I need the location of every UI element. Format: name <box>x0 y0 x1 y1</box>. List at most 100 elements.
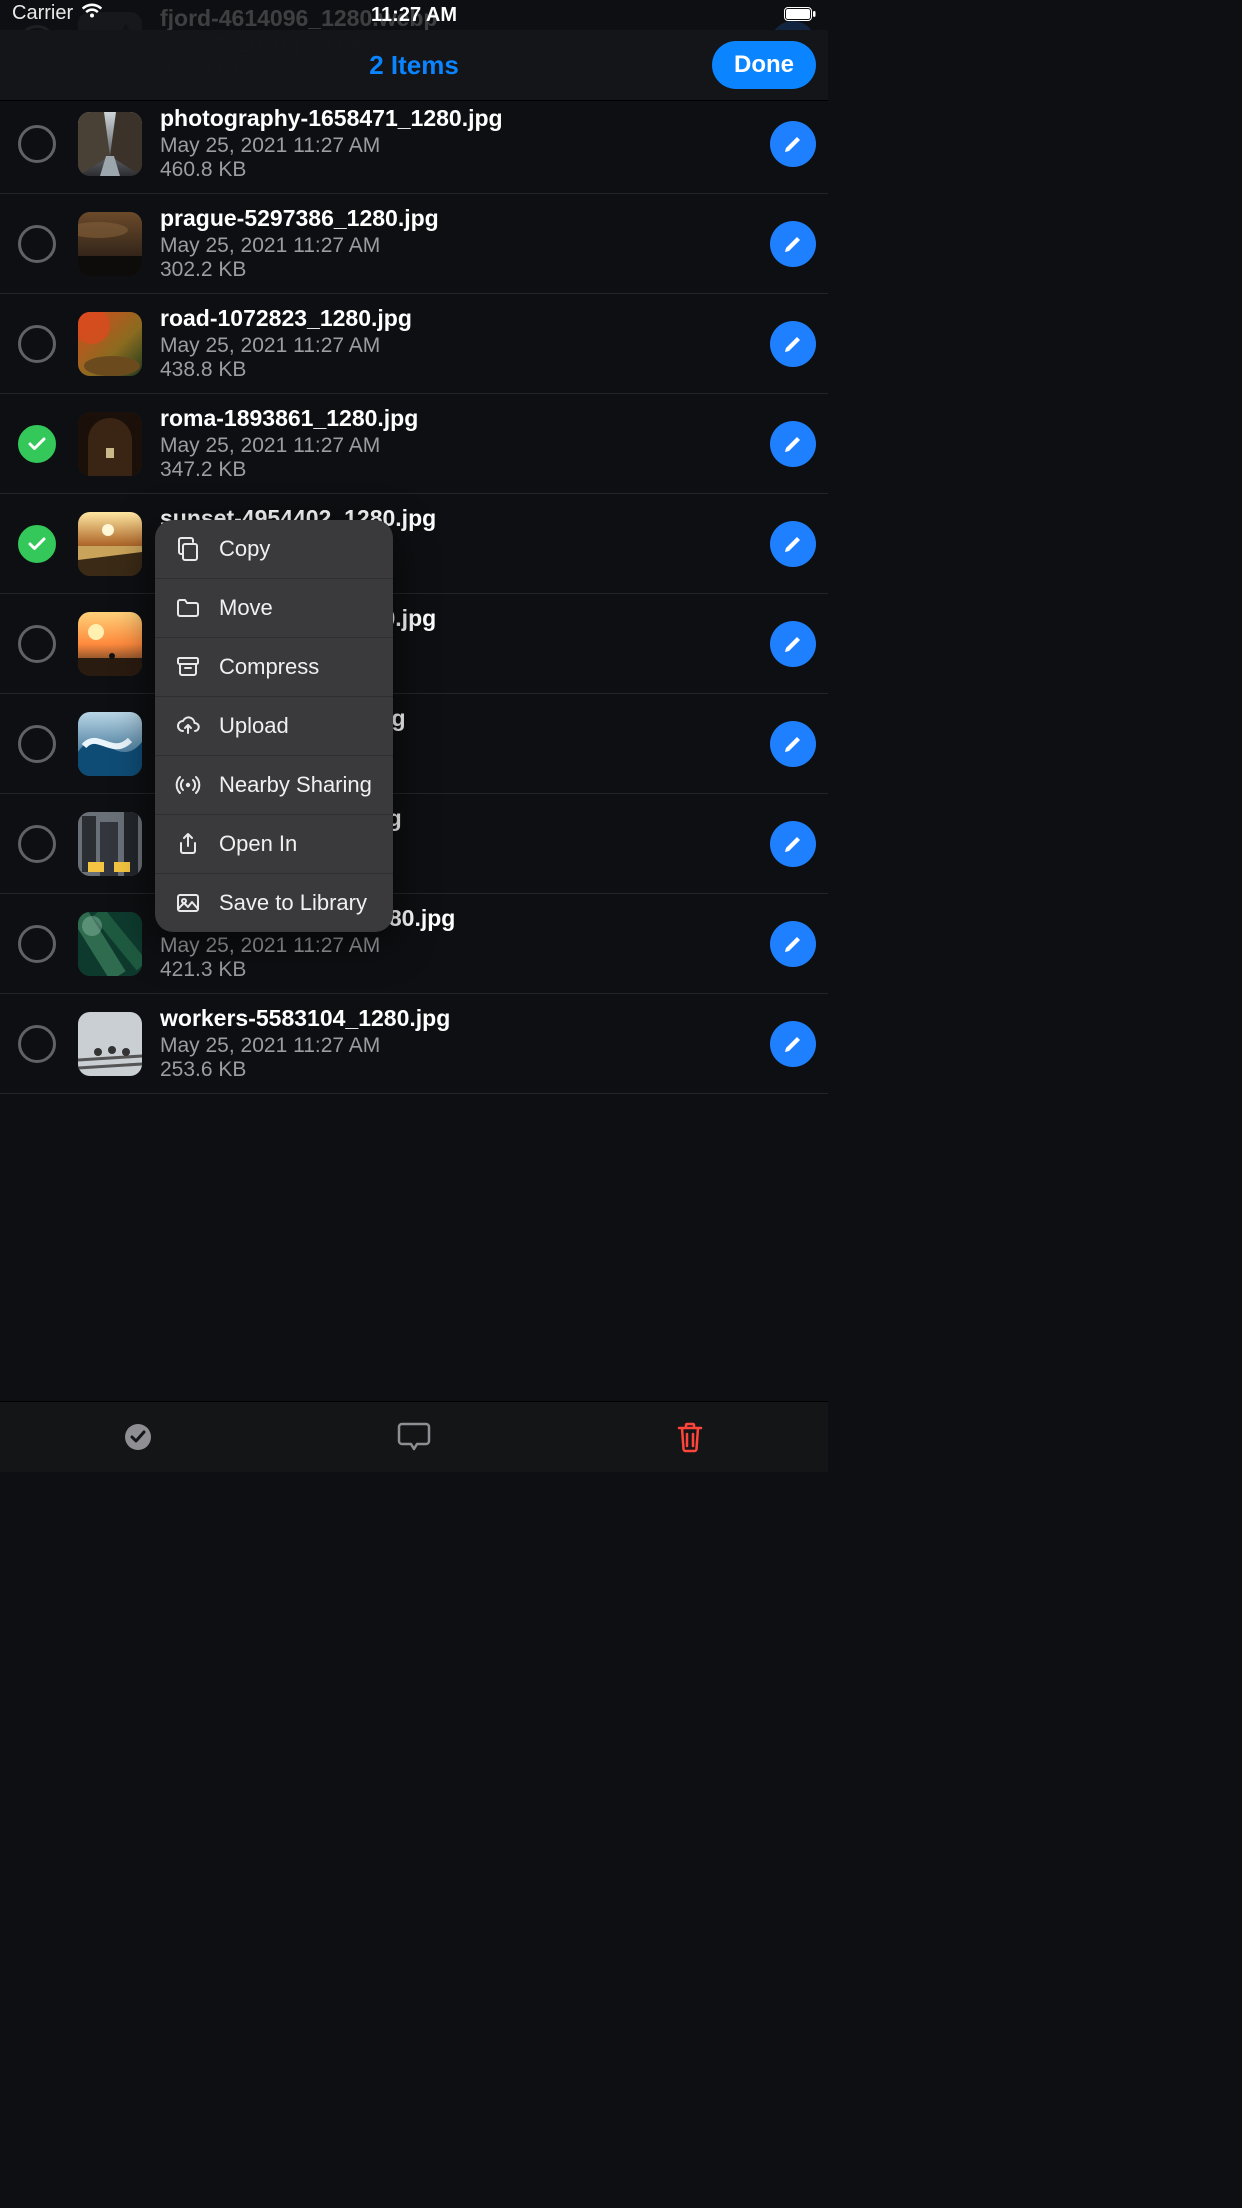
menu-item-label: Save to Library <box>219 890 367 916</box>
edit-button[interactable] <box>770 921 816 967</box>
menu-item-broadcast[interactable]: Nearby Sharing <box>155 756 393 815</box>
battery-icon <box>784 4 816 27</box>
edit-button[interactable] <box>770 221 816 267</box>
edit-button[interactable] <box>770 1021 816 1067</box>
file-meta: roma-1893861_1280.jpgMay 25, 2021 11:27 … <box>160 405 760 482</box>
file-row[interactable]: workers-5583104_1280.jpgMay 25, 2021 11:… <box>0 994 828 1094</box>
screen: fjord-4614096_1280.webpNov 27, 2020 1:22… <box>0 0 828 1472</box>
edit-button[interactable] <box>770 421 816 467</box>
pencil-icon <box>782 233 804 255</box>
file-list-scroll[interactable]: fjord-4614096_1280.webpNov 27, 2020 1:22… <box>0 0 828 1402</box>
file-thumbnail <box>78 412 142 476</box>
file-row[interactable]: sunset-4954402_1280.jpgMay 25, 2021 11:2… <box>0 494 828 594</box>
file-meta: photography-1658471_1280.jpgMay 25, 2021… <box>160 105 760 182</box>
file-row[interactable]: photography-1658471_1280.jpgMay 25, 2021… <box>0 94 828 194</box>
bottom-toolbar <box>0 1401 828 1472</box>
header: Carrier 11:27 AM 2 Items Done <box>0 0 828 101</box>
selection-checkbox[interactable] <box>18 225 56 263</box>
selection-checkbox[interactable] <box>18 125 56 163</box>
file-size: 421.3 KB <box>160 958 760 982</box>
file-thumbnail <box>78 912 142 976</box>
file-name: prague-5297386_1280.jpg <box>160 205 760 232</box>
comment-icon <box>397 1421 431 1453</box>
file-row[interactable]: taxi-1209542_1280.jpgMay 25, 2021 11:27 … <box>0 794 828 894</box>
file-row[interactable]: sunset-5560658_1280.jpgMay 25, 2021 11:2… <box>0 594 828 694</box>
check-circle-icon <box>123 1422 153 1452</box>
file-date: May 25, 2021 11:27 AM <box>160 234 760 258</box>
status-bar: Carrier 11:27 AM <box>0 0 828 30</box>
menu-item-cloud-up[interactable]: Upload <box>155 697 393 756</box>
file-name: photography-1658471_1280.jpg <box>160 105 760 132</box>
carrier-label: Carrier <box>12 2 73 25</box>
file-date: May 25, 2021 11:27 AM <box>160 1034 760 1058</box>
done-button[interactable]: Done <box>712 41 816 89</box>
edit-button[interactable] <box>770 321 816 367</box>
comment-button[interactable] <box>384 1412 444 1462</box>
edit-button[interactable] <box>770 521 816 567</box>
edit-button[interactable] <box>770 621 816 667</box>
file-date: May 25, 2021 11:27 AM <box>160 334 760 358</box>
selection-checkbox[interactable] <box>18 625 56 663</box>
nav-bar: 2 Items Done <box>0 30 828 101</box>
pencil-icon <box>782 933 804 955</box>
file-date: May 25, 2021 11:27 AM <box>160 434 760 458</box>
pencil-icon <box>782 333 804 355</box>
file-name: road-1072823_1280.jpg <box>160 305 760 332</box>
share-icon <box>175 831 201 857</box>
edit-button[interactable] <box>770 721 816 767</box>
file-thumbnail <box>78 212 142 276</box>
file-row[interactable]: road-1072823_1280.jpgMay 25, 2021 11:27 … <box>0 294 828 394</box>
pencil-icon <box>782 533 804 555</box>
file-thumbnail <box>78 512 142 576</box>
file-date: May 25, 2021 11:27 AM <box>160 934 760 958</box>
select-all-button[interactable] <box>108 1412 168 1462</box>
file-size: 302.2 KB <box>160 258 760 282</box>
archive-icon <box>175 654 201 680</box>
menu-item-image[interactable]: Save to Library <box>155 874 393 932</box>
file-size: 460.8 KB <box>160 158 760 182</box>
selection-checkbox[interactable] <box>18 925 56 963</box>
menu-item-share[interactable]: Open In <box>155 815 393 874</box>
pencil-icon <box>782 833 804 855</box>
file-row[interactable]: surf-4087278_1280.jpgMay 25, 2021 11:27 … <box>0 694 828 794</box>
menu-item-label: Compress <box>219 654 319 680</box>
file-thumbnail <box>78 712 142 776</box>
edit-button[interactable] <box>770 121 816 167</box>
selection-checkbox[interactable] <box>18 425 56 463</box>
file-row[interactable]: roma-1893861_1280.jpgMay 25, 2021 11:27 … <box>0 394 828 494</box>
file-size: 253.6 KB <box>160 1058 760 1082</box>
file-thumbnail <box>78 812 142 876</box>
selection-checkbox[interactable] <box>18 825 56 863</box>
file-size: 438.8 KB <box>160 358 760 382</box>
menu-item-archive[interactable]: Compress <box>155 638 393 697</box>
trash-icon <box>676 1421 704 1453</box>
clock: 11:27 AM <box>371 4 457 27</box>
file-meta: prague-5297386_1280.jpgMay 25, 2021 11:2… <box>160 205 760 282</box>
pencil-icon <box>782 733 804 755</box>
file-thumbnail <box>78 612 142 676</box>
selection-checkbox[interactable] <box>18 525 56 563</box>
broadcast-icon <box>175 772 201 798</box>
file-size: 347.2 KB <box>160 458 760 482</box>
file-row[interactable]: waterfall-5138793_1280.jpgMay 25, 2021 1… <box>0 894 828 994</box>
selection-checkbox[interactable] <box>18 725 56 763</box>
menu-item-label: Nearby Sharing <box>219 772 372 798</box>
menu-item-copy[interactable]: Copy <box>155 520 393 579</box>
selection-checkbox[interactable] <box>18 1025 56 1063</box>
file-thumbnail <box>78 1012 142 1076</box>
file-thumbnail <box>78 312 142 376</box>
file-row[interactable]: prague-5297386_1280.jpgMay 25, 2021 11:2… <box>0 194 828 294</box>
context-menu: Copy Move Compress Upload Nearby Sharing Open… <box>155 520 393 932</box>
file-name: workers-5583104_1280.jpg <box>160 1005 760 1032</box>
copy-icon <box>175 536 201 562</box>
pencil-icon <box>782 133 804 155</box>
menu-item-folder[interactable]: Move <box>155 579 393 638</box>
file-meta: road-1072823_1280.jpgMay 25, 2021 11:27 … <box>160 305 760 382</box>
delete-button[interactable] <box>660 1412 720 1462</box>
file-thumbnail <box>78 112 142 176</box>
menu-item-label: Copy <box>219 536 270 562</box>
checkmark-icon <box>28 537 46 551</box>
edit-button[interactable] <box>770 821 816 867</box>
selection-checkbox[interactable] <box>18 325 56 363</box>
selection-count: 2 Items <box>369 50 459 81</box>
